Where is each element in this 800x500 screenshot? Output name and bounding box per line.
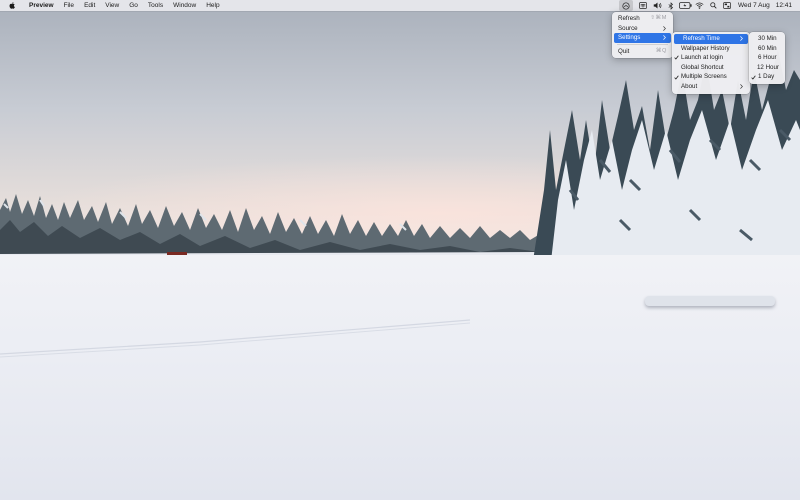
menu-item-label: About bbox=[681, 82, 698, 90]
chevron-right-icon bbox=[739, 36, 744, 42]
menu-item-label: Refresh bbox=[618, 15, 640, 22]
menu-item-settings[interactable]: Settings bbox=[614, 33, 671, 43]
menu-item-1-day[interactable]: 1 Day bbox=[749, 72, 785, 82]
menu-item-multiple-screens[interactable]: Multiple Screens bbox=[672, 72, 750, 82]
checkmark-icon bbox=[751, 75, 758, 80]
menu-item-label: Launch at login bbox=[681, 54, 723, 62]
search-icon[interactable] bbox=[706, 0, 720, 11]
menu-item-refresh-time[interactable]: Refresh Time bbox=[674, 34, 748, 44]
menu-item-label: 30 Min bbox=[758, 35, 777, 42]
menu-item-label: 12 Hour bbox=[756, 63, 779, 71]
menu-item-60-min[interactable]: 60 Min bbox=[749, 44, 785, 54]
menu-item-global-shortcut[interactable]: Global Shortcut bbox=[672, 63, 750, 73]
checkmark-icon bbox=[674, 75, 681, 80]
menu-edit[interactable]: Edit bbox=[79, 0, 100, 11]
menu-item-30-min[interactable]: 30 Min bbox=[749, 34, 785, 44]
menu-view[interactable]: View bbox=[100, 0, 124, 11]
wallpaper-app-icon[interactable] bbox=[619, 0, 634, 11]
clock-date[interactable]: Wed 7 Aug bbox=[734, 0, 774, 11]
battery-icon[interactable] bbox=[678, 0, 692, 11]
menu-bar: Preview File Edit View Go Tools Window H… bbox=[0, 0, 800, 11]
menu-window[interactable]: Window bbox=[168, 0, 201, 11]
keyboard-layout-icon[interactable] bbox=[636, 0, 650, 11]
shortcut-text: ⇧⌘M bbox=[650, 15, 667, 21]
checkmark-icon bbox=[674, 55, 681, 61]
volume-icon[interactable] bbox=[650, 0, 664, 11]
snow-covered-log bbox=[645, 296, 775, 306]
wifi-icon[interactable] bbox=[692, 0, 706, 11]
chevron-right-icon bbox=[662, 25, 667, 31]
distant-forest bbox=[0, 194, 540, 265]
chevron-right-icon bbox=[662, 35, 667, 41]
ski-track bbox=[0, 319, 470, 358]
menu-item-quit[interactable]: Quit ⌘Q bbox=[612, 47, 673, 57]
menu-item-12-hour[interactable]: 12 Hour bbox=[749, 63, 785, 73]
menu-item-label: Source bbox=[618, 24, 638, 32]
menu-tools[interactable]: Tools bbox=[143, 0, 168, 11]
menu-item-6-hour[interactable]: 6 Hour bbox=[749, 53, 785, 63]
menu-bar-left: Preview File Edit View Go Tools Window H… bbox=[0, 0, 225, 11]
menu-item-label: Multiple Screens bbox=[681, 73, 727, 81]
menu-item-label: 6 Hour bbox=[758, 54, 777, 62]
menu-item-launch-at-login[interactable]: Launch at login bbox=[672, 53, 750, 63]
menu-item-refresh[interactable]: Refresh ⇧⌘M bbox=[612, 14, 673, 24]
settings-submenu: Refresh Time Wallpaper History Launch at… bbox=[672, 32, 750, 94]
menu-item-source[interactable]: Source bbox=[612, 24, 673, 34]
bluetooth-icon[interactable] bbox=[664, 0, 678, 11]
menu-item-label: Quit bbox=[618, 47, 630, 55]
menu-go[interactable]: Go bbox=[124, 0, 143, 11]
menu-item-label: Wallpaper History bbox=[681, 44, 730, 52]
refresh-time-submenu: 30 Min 60 Min 6 Hour 12 Hour 1 Day bbox=[749, 32, 785, 84]
menu-item-wallpaper-history[interactable]: Wallpaper History bbox=[672, 44, 750, 54]
menu-item-label: Refresh Time bbox=[683, 35, 720, 42]
menu-app-name[interactable]: Preview bbox=[24, 0, 59, 11]
menu-item-label: Global Shortcut bbox=[681, 63, 724, 71]
clock-time[interactable]: 12:41 bbox=[774, 0, 800, 11]
menu-help[interactable]: Help bbox=[201, 0, 224, 11]
shortcut-text: ⌘Q bbox=[655, 47, 667, 54]
control-center-icon[interactable] bbox=[720, 0, 734, 11]
menu-item-label: 1 Day bbox=[758, 73, 775, 81]
menu-separator bbox=[617, 44, 668, 46]
menu-file[interactable]: File bbox=[59, 0, 79, 11]
frozen-lake bbox=[0, 255, 800, 500]
chevron-right-icon bbox=[739, 84, 744, 90]
menu-item-about[interactable]: About bbox=[672, 82, 750, 92]
menu-item-label: 60 Min bbox=[758, 44, 777, 52]
menu-item-label: Settings bbox=[618, 34, 641, 42]
menu-bar-right: Wed 7 Aug 12:41 bbox=[619, 0, 800, 11]
wallpaper-app-menu: Refresh ⇧⌘M Source Settings Quit ⌘Q bbox=[612, 12, 673, 59]
apple-icon[interactable] bbox=[9, 2, 15, 9]
